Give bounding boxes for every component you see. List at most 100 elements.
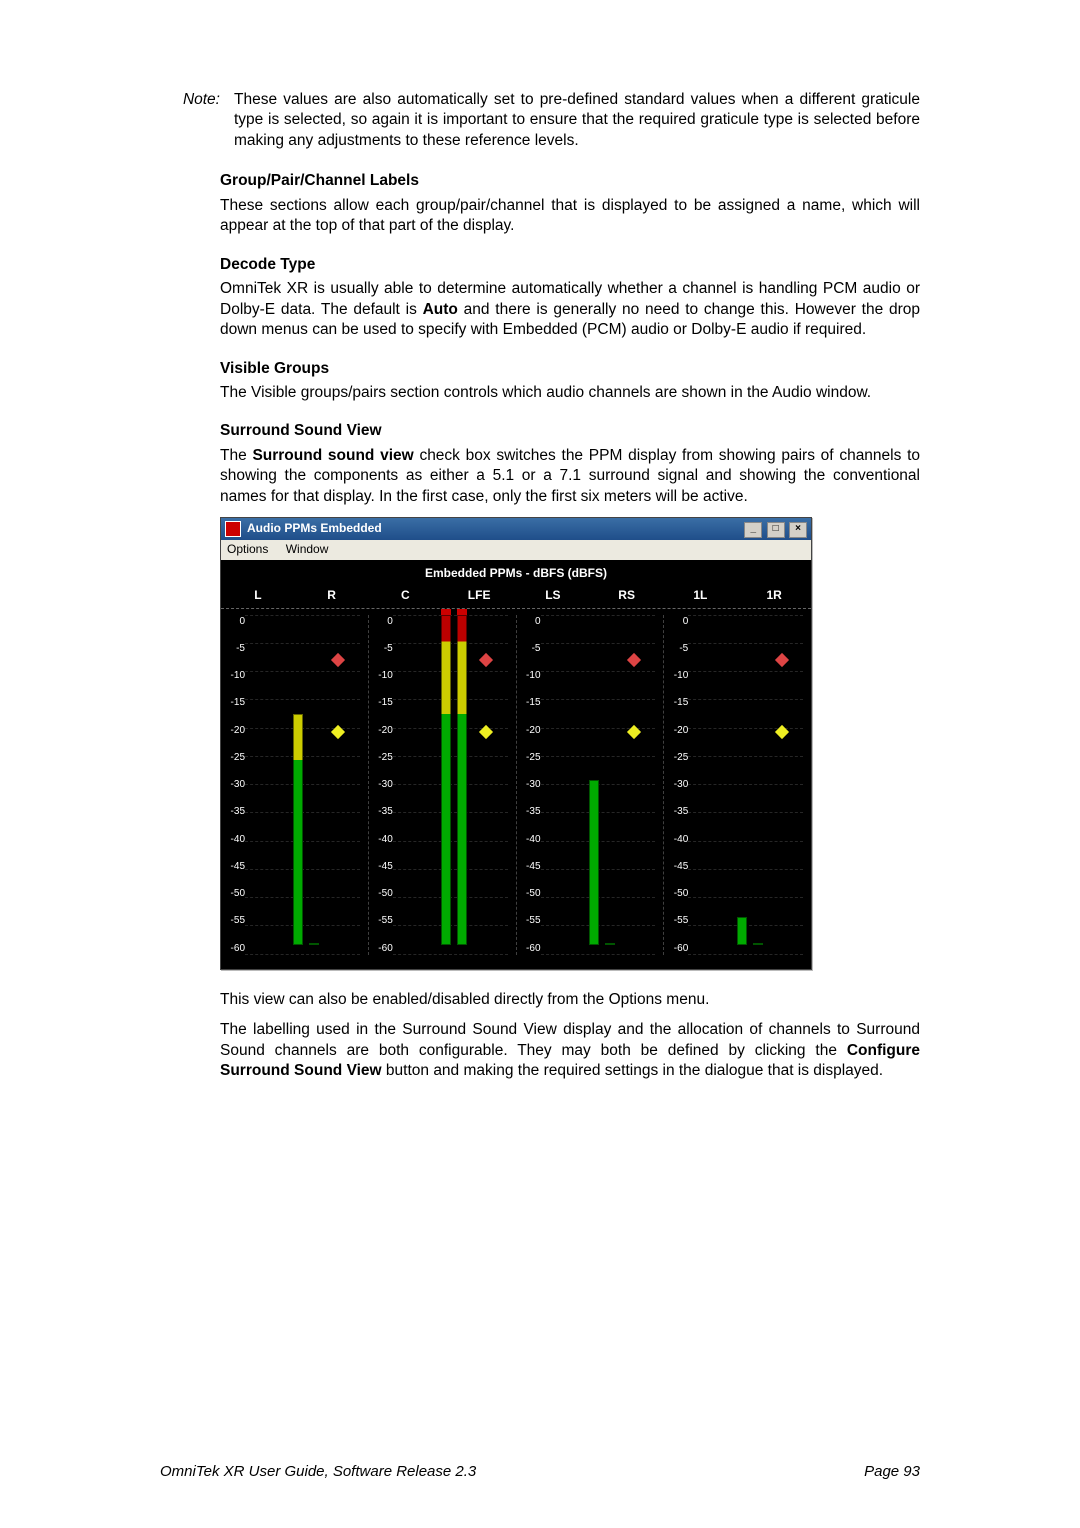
paragraph: The Visible groups/pairs section control… bbox=[220, 383, 920, 403]
tick-label: -45 bbox=[369, 860, 393, 873]
tick-label: -40 bbox=[664, 833, 688, 846]
tick-label: -45 bbox=[664, 860, 688, 873]
marker-diamond-icon bbox=[479, 725, 493, 739]
tick-label: -5 bbox=[369, 642, 393, 655]
meter-bar bbox=[309, 943, 319, 945]
meters-row: 0 -5 -10 -15 -20 -25 -30 -35 -40 -45 -50 -55 -60 0 -5 -… bbox=[221, 609, 811, 955]
tick-label: -35 bbox=[221, 805, 245, 818]
app-icon bbox=[225, 521, 241, 537]
scale: 0-5-10-15-20-25-30-35-40-45-50-55-60 bbox=[664, 615, 691, 955]
marker-diamond-icon bbox=[331, 653, 345, 667]
section-labels: Group/Pair/Channel Labels These sections… bbox=[220, 171, 920, 236]
meter-bar bbox=[589, 780, 599, 945]
tick-label: -40 bbox=[517, 833, 541, 846]
meter-bar bbox=[293, 714, 303, 945]
marker-diamond-icon bbox=[331, 725, 345, 739]
scale: 0-5-10-15-20-25-30-35-40-45-50-55-60 bbox=[369, 615, 396, 955]
tick-label: -10 bbox=[221, 669, 245, 682]
channel-label: 1R bbox=[737, 588, 811, 604]
tick-label: -45 bbox=[517, 860, 541, 873]
section-visible: Visible Groups The Visible groups/pairs … bbox=[220, 359, 920, 404]
note-body: These values are also automatically set … bbox=[234, 90, 920, 151]
tick-label: -35 bbox=[664, 805, 688, 818]
window-title: Audio PPMs Embedded bbox=[247, 521, 382, 537]
menu-options[interactable]: Options bbox=[227, 542, 268, 556]
tick-label: 0 bbox=[221, 615, 245, 628]
tick-label: -45 bbox=[221, 860, 245, 873]
section-surround: Surround Sound View The Surround sound v… bbox=[220, 421, 920, 507]
tick-label: -25 bbox=[664, 751, 688, 764]
heading: Decode Type bbox=[220, 255, 920, 275]
tick-label: -10 bbox=[517, 669, 541, 682]
meter-pair: 0-5-10-15-20-25-30-35-40-45-50-55-60 bbox=[663, 615, 811, 955]
tick-label: -60 bbox=[664, 942, 688, 955]
bar-group bbox=[441, 615, 467, 945]
window-titlebar: Audio PPMs Embedded _ □ × bbox=[221, 518, 811, 540]
tick-label: -20 bbox=[664, 724, 688, 737]
tick-label: -15 bbox=[517, 696, 541, 709]
marker-diamond-icon bbox=[627, 653, 641, 667]
marker-diamond-icon bbox=[775, 725, 789, 739]
paragraph: This view can also be enabled/disabled d… bbox=[220, 990, 920, 1010]
tick-label: -20 bbox=[517, 724, 541, 737]
channel-label: L bbox=[221, 588, 295, 604]
tick-label: -55 bbox=[664, 914, 688, 927]
note-block: Note: These values are also automaticall… bbox=[220, 90, 920, 151]
channel-label: 1L bbox=[664, 588, 738, 604]
close-button[interactable]: × bbox=[789, 522, 807, 538]
meter-bar bbox=[737, 917, 747, 945]
channel-headers: LR CLFE LSRS 1L1R bbox=[221, 588, 811, 609]
maximize-button[interactable]: □ bbox=[767, 522, 785, 538]
menu-window[interactable]: Window bbox=[286, 542, 329, 556]
meter-pair: 0-5-10-15-20-25-30-35-40-45-50-55-60 bbox=[221, 615, 368, 955]
section-decode: Decode Type OmniTek XR is usually able t… bbox=[220, 255, 920, 341]
tick-label: 0 bbox=[517, 615, 541, 628]
meter-bar bbox=[441, 615, 451, 945]
ppm-title: Embedded PPMs - dBFS (dBFS) bbox=[221, 560, 811, 588]
text: The bbox=[220, 447, 252, 464]
tick-label: -30 bbox=[664, 778, 688, 791]
heading: Group/Pair/Channel Labels bbox=[220, 171, 920, 191]
tick-label: -35 bbox=[369, 805, 393, 818]
note-label: Note: bbox=[160, 90, 234, 151]
paragraph: OmniTek XR is usually able to determine … bbox=[220, 279, 920, 340]
text-bold: Auto bbox=[423, 301, 458, 318]
tick-label: 0 bbox=[664, 615, 688, 628]
meter-bar bbox=[457, 615, 467, 945]
meter-bar bbox=[605, 943, 615, 945]
tick-label: -60 bbox=[221, 942, 245, 955]
channel-label: RS bbox=[590, 588, 664, 604]
tick-label: -15 bbox=[664, 696, 688, 709]
tick-label: -25 bbox=[369, 751, 393, 764]
heading: Surround Sound View bbox=[220, 421, 920, 441]
channel-label: LFE bbox=[442, 588, 516, 604]
tick-label: -5 bbox=[221, 642, 245, 655]
tick-label: -50 bbox=[369, 887, 393, 900]
bar-group bbox=[737, 615, 763, 945]
text: button and making the required settings … bbox=[382, 1062, 884, 1079]
menubar: Options Window bbox=[221, 540, 811, 560]
bar-group bbox=[589, 615, 615, 945]
scale: 0-5-10-15-20-25-30-35-40-45-50-55-60 bbox=[221, 615, 248, 955]
tick-label: -55 bbox=[369, 914, 393, 927]
channel-label: R bbox=[295, 588, 369, 604]
tick-label: -15 bbox=[369, 696, 393, 709]
tick-label: -30 bbox=[517, 778, 541, 791]
minimize-button[interactable]: _ bbox=[744, 522, 762, 538]
tick-label: -50 bbox=[517, 887, 541, 900]
channel-label: C bbox=[369, 588, 443, 604]
tick-label: -50 bbox=[664, 887, 688, 900]
tick-label: -55 bbox=[221, 914, 245, 927]
scale: 0-5-10-15-20-25-30-35-40-45-50-55-60 bbox=[517, 615, 544, 955]
paragraph: The labelling used in the Surround Sound… bbox=[220, 1020, 920, 1081]
tick-label: -55 bbox=[517, 914, 541, 927]
marker-diamond-icon bbox=[627, 725, 641, 739]
paragraph: These sections allow each group/pair/cha… bbox=[220, 196, 920, 237]
meter-bar bbox=[753, 943, 763, 945]
tick-label: -35 bbox=[517, 805, 541, 818]
tick-label: -20 bbox=[369, 724, 393, 737]
marker-diamond-icon bbox=[479, 653, 493, 667]
tick-label: -25 bbox=[221, 751, 245, 764]
tick-label: -40 bbox=[369, 833, 393, 846]
meter-pair: 0-5-10-15-20-25-30-35-40-45-50-55-60 bbox=[516, 615, 664, 955]
